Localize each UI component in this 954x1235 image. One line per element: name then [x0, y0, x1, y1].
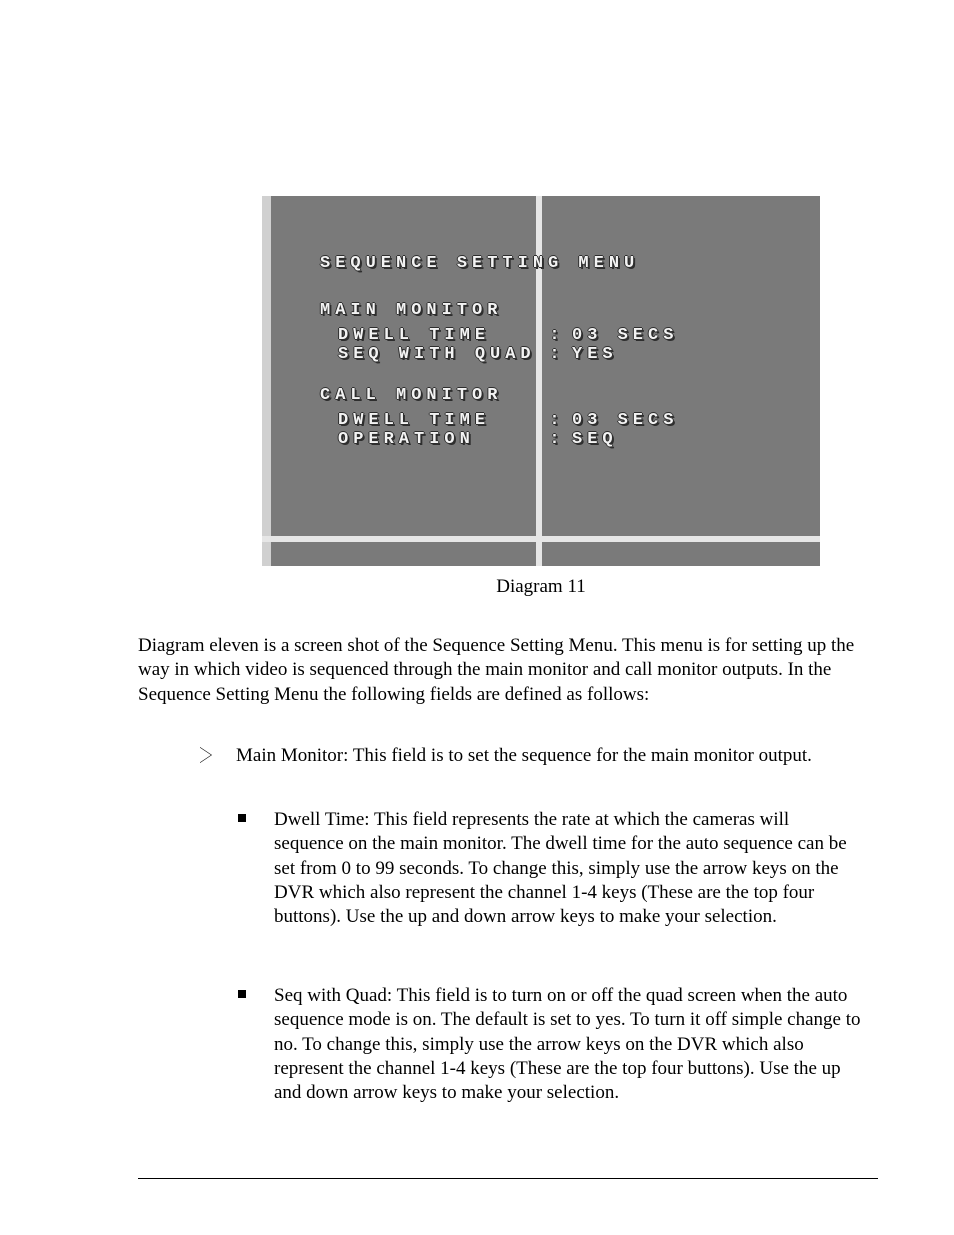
osd-row-label: DWELL TIME	[338, 326, 548, 345]
square-bullet-icon	[238, 814, 246, 822]
osd-row-label: SEQ WITH QUAD	[338, 345, 548, 364]
dvr-screenshot: SEQUENCE SETTING MENU MAIN MONITOR DWELL…	[262, 196, 820, 566]
osd-main-rows: DWELL TIME : 03 SECS SEQ WITH QUAD : YES	[320, 326, 790, 364]
osd-row: OPERATION : SEQ	[338, 430, 790, 449]
arrow-icon	[200, 747, 212, 768]
osd-row-colon: :	[548, 430, 566, 449]
footer-rule	[138, 1178, 878, 1179]
body-paragraph: Diagram eleven is a screen shot of the S…	[138, 634, 878, 707]
osd-row-value: SEQ	[566, 430, 618, 449]
osd-row-colon: :	[548, 326, 566, 345]
osd-row-label: DWELL TIME	[338, 411, 548, 430]
diagram-caption: Diagram 11	[262, 576, 820, 598]
bullet-level2: Seq with Quad: This field is to turn on …	[238, 984, 862, 1106]
osd-row-value: YES	[566, 345, 618, 364]
osd-row-value: 03 SECS	[566, 411, 678, 430]
bullet-text: Main Monitor: This field is to set the s…	[236, 744, 862, 768]
bullet-text: Seq with Quad: This field is to turn on …	[274, 984, 862, 1106]
osd-row-value: 03 SECS	[566, 326, 678, 345]
osd-call-section: CALL MONITOR	[320, 386, 790, 405]
osd-call-rows: DWELL TIME : 03 SECS OPERATION : SEQ	[320, 411, 790, 449]
osd-row: DWELL TIME : 03 SECS	[338, 326, 790, 345]
osd-row: SEQ WITH QUAD : YES	[338, 345, 790, 364]
square-bullet-icon	[238, 990, 246, 998]
dvr-screen: SEQUENCE SETTING MENU MAIN MONITOR DWELL…	[262, 196, 820, 566]
osd-row-colon: :	[548, 345, 566, 364]
crosshair-horizontal	[262, 536, 820, 542]
page: SEQUENCE SETTING MENU MAIN MONITOR DWELL…	[0, 0, 954, 1235]
osd-text: SEQUENCE SETTING MENU MAIN MONITOR DWELL…	[320, 254, 790, 471]
bullet-level1: Main Monitor: This field is to set the s…	[202, 744, 862, 768]
bullet-level2: Dwell Time: This field represents the ra…	[238, 808, 862, 930]
osd-row-colon: :	[548, 411, 566, 430]
osd-row-label: OPERATION	[338, 430, 548, 449]
dvr-left-edge	[262, 196, 271, 566]
osd-main-section: MAIN MONITOR	[320, 301, 790, 320]
osd-title: SEQUENCE SETTING MENU	[320, 254, 790, 273]
osd-row: DWELL TIME : 03 SECS	[338, 411, 790, 430]
bullet-text: Dwell Time: This field represents the ra…	[274, 808, 862, 930]
